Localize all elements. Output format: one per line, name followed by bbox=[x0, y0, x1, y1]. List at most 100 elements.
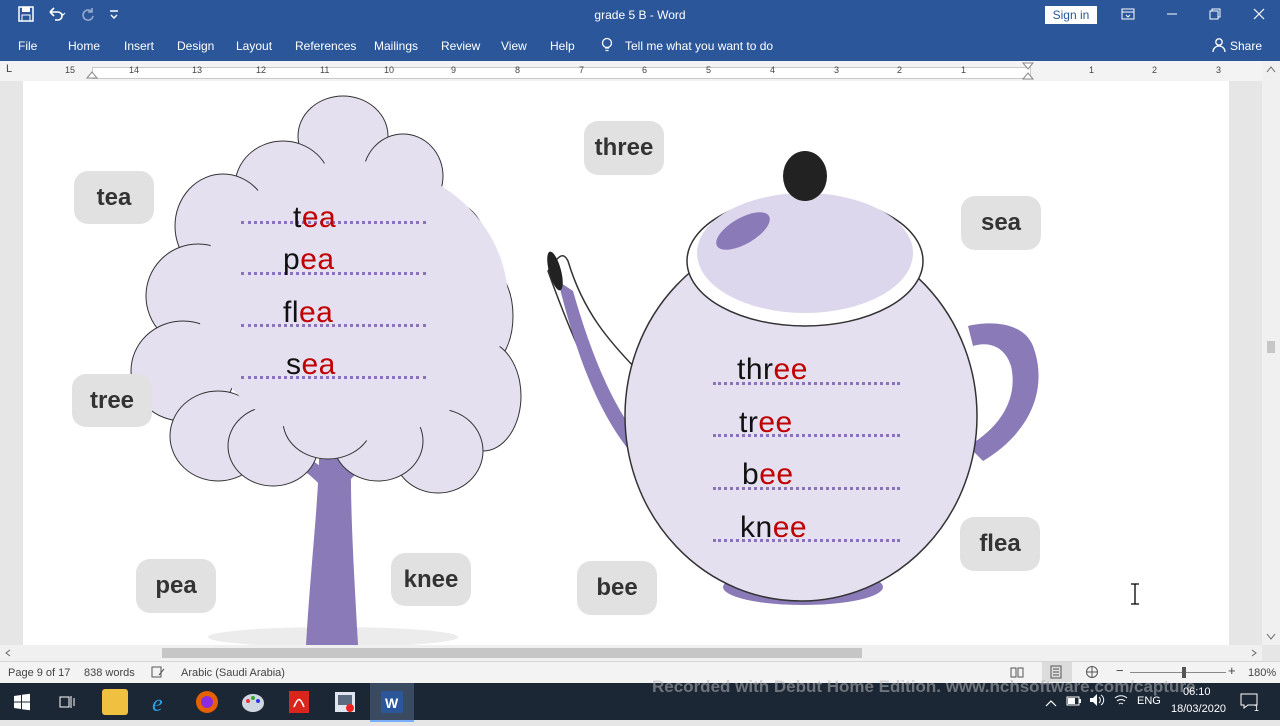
zoom-slider-track[interactable] bbox=[1130, 672, 1226, 673]
ruler-number: 8 bbox=[515, 65, 521, 75]
share-user-icon[interactable] bbox=[1212, 37, 1226, 56]
tab-mailings[interactable]: Mailings bbox=[374, 39, 418, 53]
page-indicator[interactable]: Page 9 of 17 bbox=[8, 667, 70, 679]
teapot-word: three bbox=[737, 353, 808, 386]
ruler-number: 6 bbox=[642, 65, 648, 75]
teapot-word: tree bbox=[739, 406, 793, 439]
horizontal-scrollbar[interactable] bbox=[0, 645, 1262, 661]
word-tile-pea: pea bbox=[136, 559, 216, 613]
zoom-out-button[interactable]: − bbox=[1116, 663, 1124, 678]
volume-icon[interactable] bbox=[1089, 693, 1105, 712]
document-area[interactable]: tea pea flea sea three tree bee knee tea… bbox=[0, 81, 1262, 645]
title-bar: grade 5 B - Word Sign in bbox=[0, 0, 1280, 30]
debut-recorder-icon[interactable] bbox=[332, 689, 358, 715]
clock-date[interactable]: 18/03/2020 bbox=[1171, 703, 1226, 715]
ruler-number: 11 bbox=[320, 65, 330, 75]
battery-icon[interactable] bbox=[1066, 694, 1082, 712]
ruler-number: 2 bbox=[897, 65, 903, 75]
ribbon-tabs: File Home Insert Design Layout Reference… bbox=[0, 30, 1280, 61]
ruler-number: 3 bbox=[834, 65, 840, 75]
text-cursor-icon bbox=[1131, 583, 1139, 605]
ruler-number: 5 bbox=[706, 65, 712, 75]
tab-stop-selector-icon[interactable]: L bbox=[6, 63, 12, 75]
language-indicator[interactable]: Arabic (Saudi Arabia) bbox=[181, 667, 285, 679]
windows-taskbar: Recorded with Debut Home Edition. www.nc… bbox=[0, 677, 1280, 722]
left-indent-marker[interactable] bbox=[86, 65, 98, 79]
document-page[interactable]: tea pea flea sea three tree bee knee tea… bbox=[23, 81, 1229, 645]
ruler-number: 9 bbox=[451, 65, 457, 75]
tab-layout[interactable]: Layout bbox=[236, 39, 272, 53]
task-view-icon[interactable] bbox=[58, 693, 76, 716]
dotted-line bbox=[241, 324, 426, 327]
scroll-up-icon[interactable] bbox=[1266, 65, 1276, 73]
share-button[interactable]: Share bbox=[1230, 39, 1262, 53]
tree-word: flea bbox=[283, 296, 334, 329]
teapot-word: bee bbox=[742, 458, 794, 491]
word-tile-flea: flea bbox=[960, 517, 1040, 571]
right-indent-marker[interactable] bbox=[1022, 62, 1034, 80]
notification-count: 1 bbox=[1254, 703, 1260, 713]
ruler-number: 15 bbox=[65, 65, 76, 75]
teapot-word: knee bbox=[740, 511, 808, 544]
word-tile-sea: sea bbox=[961, 196, 1041, 250]
word-tile-knee: knee bbox=[391, 553, 471, 606]
show-hidden-icons-icon[interactable] bbox=[1045, 695, 1057, 713]
tab-review[interactable]: Review bbox=[441, 39, 480, 53]
ribbon-display-options-icon[interactable] bbox=[1113, 4, 1143, 26]
restore-icon[interactable] bbox=[1200, 4, 1230, 26]
ruler-number: 14 bbox=[129, 65, 140, 75]
tell-me-search[interactable]: Tell me what you want to do bbox=[625, 39, 773, 53]
tab-file[interactable]: File bbox=[18, 39, 37, 53]
horizontal-scroll-thumb[interactable] bbox=[162, 648, 862, 658]
tab-design[interactable]: Design bbox=[177, 39, 214, 53]
tab-view[interactable]: View bbox=[501, 39, 527, 53]
svg-text:W: W bbox=[385, 695, 399, 711]
ruler-strip bbox=[92, 67, 1031, 79]
ruler-number: 1 bbox=[961, 65, 967, 75]
word-tile-tea: tea bbox=[74, 171, 154, 224]
windows-start-icon[interactable] bbox=[13, 693, 31, 716]
vertical-scrollbar[interactable] bbox=[1262, 61, 1280, 645]
ruler-number: 13 bbox=[192, 65, 203, 75]
tab-home[interactable]: Home bbox=[68, 39, 100, 53]
clock-time[interactable]: 06:10 bbox=[1183, 686, 1211, 698]
paint-app-icon[interactable] bbox=[240, 689, 266, 715]
close-icon[interactable] bbox=[1244, 4, 1274, 26]
word-tile-tree: tree bbox=[72, 374, 152, 427]
ruler-number: 12 bbox=[256, 65, 267, 75]
lightbulb-icon[interactable] bbox=[600, 37, 614, 56]
svg-text:e: e bbox=[152, 691, 163, 715]
scroll-right-icon[interactable] bbox=[1250, 649, 1258, 657]
input-language[interactable]: ENG bbox=[1137, 695, 1161, 707]
ruler-number: 4 bbox=[770, 65, 776, 75]
tree-word: tea bbox=[293, 201, 337, 234]
ruler-number: 2 bbox=[1152, 65, 1158, 75]
wifi-icon[interactable] bbox=[1113, 693, 1129, 712]
internet-explorer-icon[interactable]: e bbox=[148, 689, 174, 717]
word-taskbar-button[interactable]: W bbox=[370, 683, 414, 722]
firefox-icon[interactable] bbox=[194, 689, 220, 715]
word-count[interactable]: 838 words bbox=[84, 667, 135, 679]
file-explorer-icon[interactable] bbox=[102, 689, 128, 715]
tab-help[interactable]: Help bbox=[550, 39, 575, 53]
zoom-in-button[interactable]: + bbox=[1228, 663, 1236, 678]
scroll-down-icon[interactable] bbox=[1266, 633, 1276, 641]
acrobat-reader-icon[interactable] bbox=[286, 689, 312, 715]
tab-references[interactable]: References bbox=[295, 39, 356, 53]
scroll-left-icon[interactable] bbox=[4, 649, 12, 657]
horizontal-ruler[interactable]: L 15 14 13 12 11 10 9 8 7 6 5 4 3 2 1 1 … bbox=[0, 61, 1262, 82]
ruler-number: 10 bbox=[384, 65, 395, 75]
zoom-level[interactable]: 180% bbox=[1248, 667, 1276, 679]
ruler-number: 1 bbox=[1089, 65, 1095, 75]
tree-word: sea bbox=[286, 348, 336, 381]
minimize-icon[interactable] bbox=[1157, 4, 1187, 26]
ruler-number: 3 bbox=[1216, 65, 1222, 75]
tab-insert[interactable]: Insert bbox=[124, 39, 154, 53]
tree-word: pea bbox=[283, 243, 335, 276]
ruler-number: 7 bbox=[579, 65, 585, 75]
sign-in-button[interactable]: Sign in bbox=[1045, 6, 1097, 24]
word-tile-bee: bee bbox=[577, 561, 657, 615]
word-tile-three: three bbox=[584, 121, 664, 175]
vertical-scroll-thumb[interactable] bbox=[1267, 341, 1275, 353]
proofing-icon[interactable] bbox=[151, 665, 165, 682]
